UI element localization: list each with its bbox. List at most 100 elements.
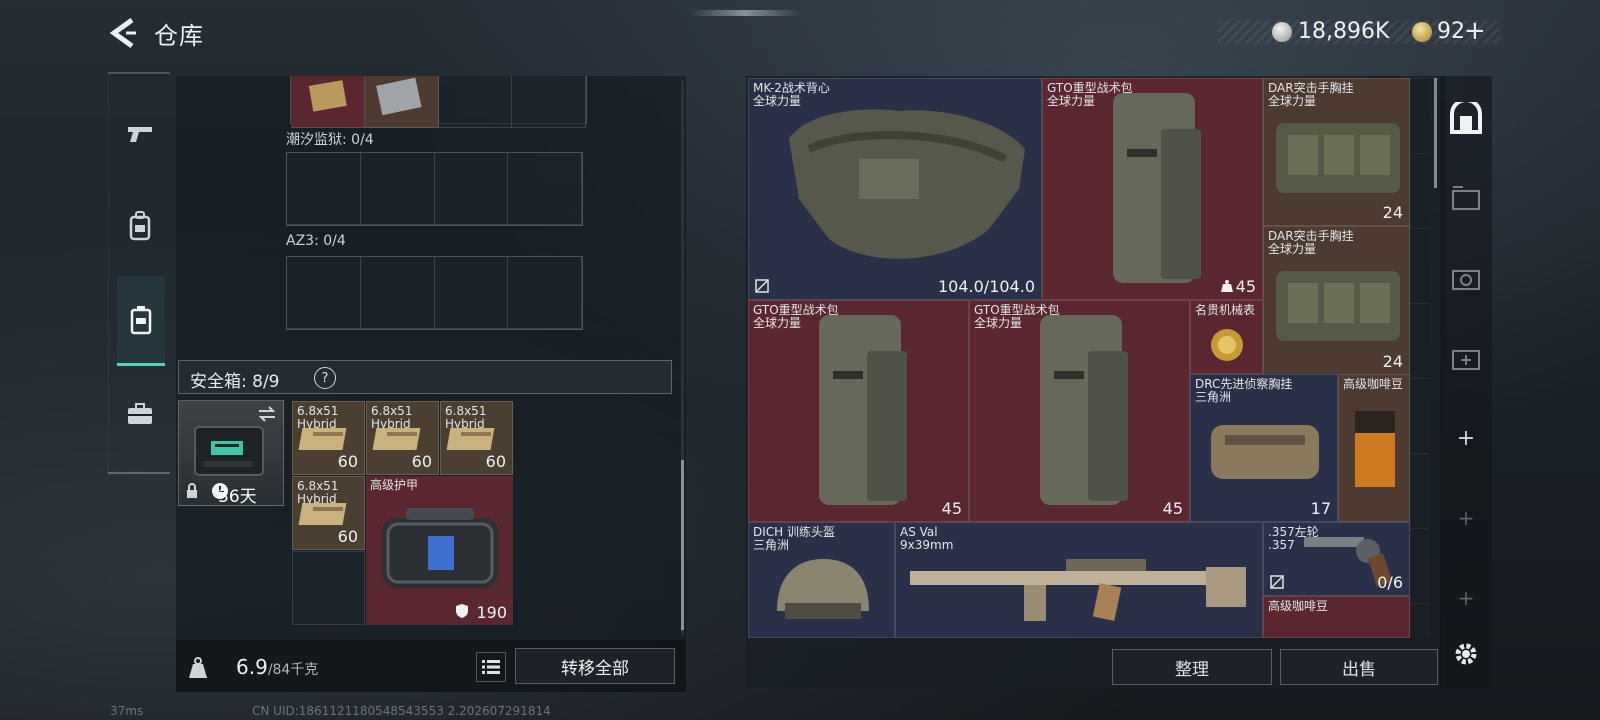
silver-coin-icon bbox=[1272, 22, 1292, 42]
list-icon bbox=[482, 660, 500, 674]
ceiling-light bbox=[690, 10, 800, 16]
empty-slot[interactable] bbox=[292, 551, 365, 625]
weight-max: /84千克 bbox=[267, 662, 319, 678]
item-qty: 24 bbox=[1382, 203, 1403, 222]
container-grid bbox=[286, 152, 583, 226]
stash-icon bbox=[1450, 102, 1482, 134]
weight-icon bbox=[1221, 280, 1233, 292]
status-uid: CN UID:1861121180548543553 2.20260729181… bbox=[252, 704, 551, 718]
tab-case[interactable] bbox=[109, 382, 171, 446]
revolver-item[interactable]: .357左轮 .357 0/6 bbox=[1263, 522, 1410, 596]
rifle-item[interactable]: AS Val 9x39mm bbox=[895, 522, 1263, 638]
grid-cell[interactable] bbox=[434, 257, 509, 329]
item-qty: 60 bbox=[337, 527, 358, 546]
safebox-icon bbox=[130, 305, 152, 334]
item-qty: 45 bbox=[1162, 499, 1183, 518]
coffee-item[interactable]: 高级咖啡豆 bbox=[1338, 374, 1410, 522]
ammo-item[interactable]: 6.8x51 Hybrid 60 bbox=[366, 401, 439, 475]
pistol-icon bbox=[128, 127, 152, 142]
coffee-bag-icon bbox=[1355, 411, 1395, 487]
page-title: 仓库 bbox=[154, 22, 204, 50]
back-arrow-icon[interactable] bbox=[108, 16, 138, 50]
scrollbar[interactable] bbox=[681, 460, 684, 630]
coffee-item[interactable]: 高级咖啡豆 bbox=[1263, 596, 1410, 638]
gear-icon bbox=[1455, 643, 1477, 665]
scrollbar[interactable] bbox=[1434, 78, 1437, 188]
settings-button[interactable] bbox=[1444, 628, 1488, 680]
heavy-backpack-icon bbox=[819, 315, 907, 505]
section-label: AZ3: 0/4 bbox=[286, 233, 346, 249]
list-view-button[interactable] bbox=[476, 652, 506, 682]
tab-safebox[interactable] bbox=[117, 276, 165, 366]
organize-button[interactable]: 整理 bbox=[1112, 649, 1272, 685]
container-grid-top bbox=[290, 76, 587, 128]
backpack-item[interactable]: GTO重型战术包 全球力量 45 bbox=[748, 300, 969, 522]
ammo-item[interactable]: 6.8x51 Hybrid 60 bbox=[440, 401, 513, 475]
briefcase-icon bbox=[128, 403, 152, 424]
weight-readout: 6.9/84千克 bbox=[236, 655, 318, 679]
item-qty: 0/6 bbox=[1377, 573, 1403, 592]
stash-medkit-icon bbox=[1452, 350, 1480, 370]
rifle-icon bbox=[910, 559, 1246, 621]
gold-coin-icon bbox=[1412, 22, 1432, 42]
stash-camera-icon bbox=[1452, 270, 1480, 290]
tab-stash-3[interactable] bbox=[1444, 250, 1488, 302]
grid-cell[interactable] bbox=[291, 76, 365, 128]
weight-icon bbox=[186, 656, 210, 684]
backpack-icon bbox=[129, 211, 151, 241]
grid-cell[interactable] bbox=[434, 153, 509, 225]
ammo-item[interactable]: 6.8x51 Hybrid 60 bbox=[292, 401, 365, 475]
sell-button[interactable]: 出售 bbox=[1280, 649, 1438, 685]
tactical-vest-icon bbox=[789, 109, 1025, 259]
helmet-icon bbox=[777, 559, 869, 619]
tab-stash-main[interactable] bbox=[1444, 92, 1488, 144]
grid-cell[interactable] bbox=[364, 76, 439, 128]
chest-rig-item[interactable]: DAR突击手胸挂 全球力量 24 bbox=[1263, 78, 1410, 226]
add-stash-tab-button[interactable]: + bbox=[1444, 572, 1488, 624]
helmet-item[interactable]: DICH 训练头盔 三角洲 bbox=[748, 522, 895, 638]
lock-icon bbox=[187, 483, 197, 498]
item-qty: 60 bbox=[485, 452, 506, 471]
tab-stash-4[interactable] bbox=[1444, 330, 1488, 382]
grid-cell[interactable] bbox=[287, 153, 361, 225]
grid-cell[interactable] bbox=[287, 257, 361, 329]
transfer-all-button[interactable]: 转移全部 bbox=[515, 648, 675, 684]
grid-cell[interactable] bbox=[360, 257, 435, 329]
grid-cell[interactable] bbox=[360, 153, 435, 225]
tab-weapons[interactable] bbox=[109, 102, 171, 166]
swap-icon[interactable] bbox=[257, 405, 277, 423]
item-qty: 60 bbox=[337, 452, 358, 471]
backpack-item[interactable]: GTO重型战术包 全球力量 45 bbox=[1042, 78, 1263, 300]
safebox-days-remaining: 36天 bbox=[218, 487, 257, 507]
grid-cell[interactable] bbox=[508, 153, 582, 225]
tab-stash-2[interactable] bbox=[1444, 170, 1488, 222]
silver-balance: 18,896K bbox=[1298, 19, 1390, 44]
watch-item[interactable]: 名贵机械表 bbox=[1190, 300, 1263, 374]
armor-item[interactable]: 高级护甲 190 bbox=[366, 476, 513, 625]
help-button[interactable]: ? bbox=[314, 367, 336, 389]
grid-cell[interactable] bbox=[512, 76, 586, 128]
gold-balance: 92 bbox=[1437, 19, 1465, 44]
chest-rig-item[interactable]: DAR突击手胸挂 全球力量 24 bbox=[1263, 226, 1410, 375]
add-stash-tab-button[interactable]: + bbox=[1444, 492, 1488, 544]
ammo-item[interactable]: 6.8x51 Hybrid 60 bbox=[292, 476, 365, 550]
item-qty: 45 bbox=[941, 499, 962, 518]
status-ping: 37ms bbox=[110, 704, 144, 718]
vest-item[interactable]: MK-2战术背心 全球力量 104.0/104.0 bbox=[748, 78, 1042, 300]
add-gold-button[interactable]: + bbox=[1464, 16, 1486, 46]
grid-cell[interactable] bbox=[438, 76, 513, 128]
container-grid bbox=[286, 256, 583, 330]
item-name: 高级咖啡豆 bbox=[1268, 599, 1329, 613]
item-qty: 45 bbox=[1235, 277, 1256, 296]
weight-current: 6.9 bbox=[236, 655, 268, 679]
grid-cell[interactable] bbox=[508, 257, 582, 329]
safebox-title: 安全箱: 8/9 bbox=[190, 372, 280, 392]
category-sidebar bbox=[108, 72, 170, 476]
sidebar-divider bbox=[108, 472, 170, 474]
section-label: 潮汐监狱: 0/4 bbox=[286, 132, 374, 148]
add-stash-tab-button[interactable]: + bbox=[1444, 412, 1488, 464]
backpack-item[interactable]: GTO重型战术包 全球力量 45 bbox=[969, 300, 1190, 522]
chest-rig-item[interactable]: DRC先进侦察胸挂 三角洲 17 bbox=[1190, 374, 1338, 522]
tab-gear[interactable] bbox=[109, 194, 171, 258]
item-qty: 190 bbox=[476, 603, 507, 622]
